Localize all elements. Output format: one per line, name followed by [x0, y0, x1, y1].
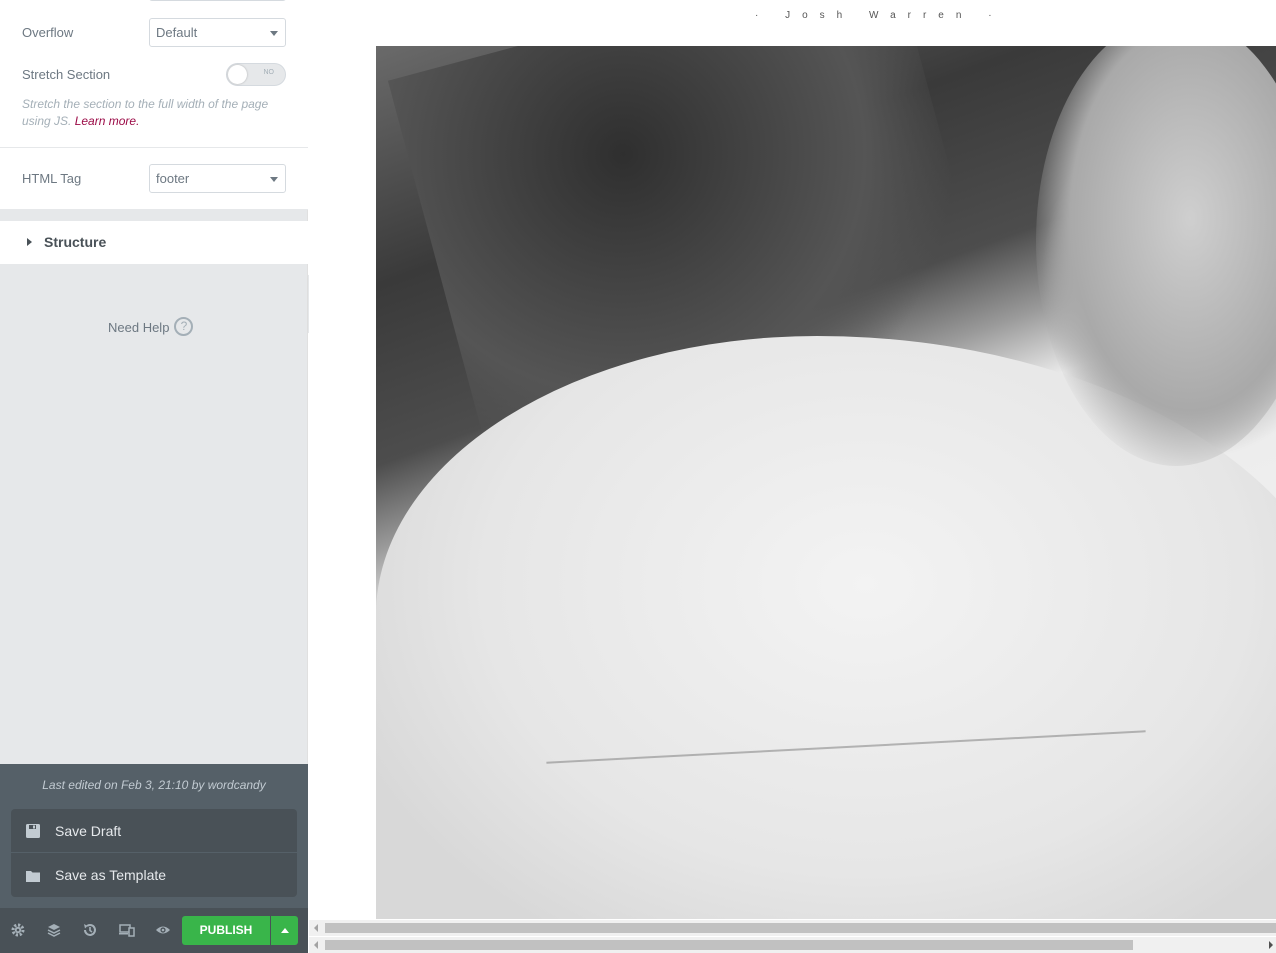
folder-icon — [26, 871, 40, 882]
need-help-label: Need Help — [108, 319, 170, 335]
scroll-right-arrow-icon[interactable] — [1269, 941, 1273, 949]
description-text: Stretch the section to the full width of… — [22, 97, 269, 128]
need-help-link[interactable]: Need Help? — [108, 317, 194, 338]
toggle-knob — [228, 65, 247, 84]
horizontal-scrollbar-outer[interactable] — [309, 937, 1276, 953]
chevron-down-icon — [270, 31, 278, 36]
floppy-disk-icon — [26, 824, 40, 838]
previous-control-edge — [149, 0, 286, 1]
settings-gear-icon[interactable] — [10, 922, 26, 938]
page-preview: · Josh Warren · — [309, 0, 1276, 920]
caret-right-icon — [27, 238, 32, 246]
save-as-template-button[interactable]: Save as Template — [11, 853, 297, 897]
save-draft-button[interactable]: Save Draft — [11, 809, 297, 853]
stretch-section-description: Stretch the section to the full width of… — [22, 96, 292, 130]
scrollbar-thumb[interactable] — [325, 940, 1134, 950]
publish-button[interactable]: PUBLISH — [182, 916, 270, 945]
stretch-section-label: Stretch Section — [22, 67, 111, 82]
scroll-left-arrow-icon[interactable] — [314, 924, 318, 932]
horizontal-scrollbar-inner[interactable] — [309, 920, 1276, 936]
save-options-menu: Save Draft Save as Template — [11, 809, 297, 897]
html-tag-label: HTML Tag — [22, 171, 82, 186]
structure-title: Structure — [44, 234, 107, 250]
site-title: · Josh Warren · — [755, 10, 1004, 21]
html-tag-value: footer — [156, 171, 190, 186]
divider — [0, 147, 308, 148]
overflow-value: Default — [156, 25, 198, 40]
layers-navigator-icon[interactable] — [46, 922, 62, 938]
hero-photo — [376, 46, 1276, 919]
publish-options-button[interactable] — [271, 916, 298, 945]
toggle-state-text: NO — [263, 69, 275, 76]
scroll-left-arrow-icon[interactable] — [314, 941, 318, 949]
responsive-mode-icon[interactable] — [119, 922, 135, 938]
scrollbar-thumb[interactable] — [325, 923, 1276, 933]
learn-more-link[interactable]: Learn more. — [75, 114, 140, 128]
save-draft-label: Save Draft — [55, 823, 122, 839]
save-as-template-label: Save as Template — [55, 867, 167, 883]
history-icon[interactable] — [82, 922, 98, 938]
overflow-label: Overflow — [22, 25, 74, 40]
preview-eye-icon[interactable] — [155, 922, 171, 938]
chevron-down-icon — [270, 177, 278, 182]
editor-panel: Overflow Default Stretch Section NO Stre… — [0, 0, 308, 953]
last-edited-text: Last edited on Feb 3, 21:10 by wordcandy — [42, 778, 266, 792]
structure-section-header[interactable]: Structure — [0, 221, 308, 264]
caret-up-icon — [281, 928, 289, 933]
stretch-section-toggle[interactable]: NO — [226, 63, 286, 86]
overflow-select[interactable]: Default — [149, 18, 286, 47]
section-settings: Overflow Default Stretch Section NO Stre… — [0, 0, 308, 210]
help-icon: ? — [174, 317, 194, 336]
html-tag-select[interactable]: footer — [149, 164, 286, 193]
